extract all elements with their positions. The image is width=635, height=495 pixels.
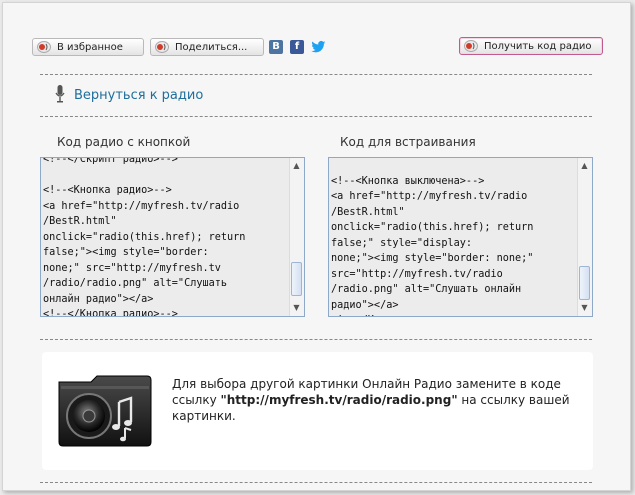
share-label: Поделиться...	[175, 42, 248, 53]
code-with-button-textarea[interactable]: <!--</Скрипт радио>--> <!--<Кнопка радио…	[40, 157, 305, 317]
embed-code-text: <!--<Кнопка выключена>--> <a href="http:…	[331, 175, 534, 317]
share-button[interactable]: Поделиться...	[150, 38, 264, 56]
scroll-down-icon[interactable]: ▼	[580, 302, 589, 314]
scroll-up-icon[interactable]: ▲	[580, 160, 589, 172]
radio-speaker-icon	[155, 41, 169, 53]
scroll-down-icon[interactable]: ▼	[292, 302, 301, 314]
radio-image-link: "http://myfresh.tv/radio/radio.png"	[220, 393, 458, 407]
get-radio-code-button[interactable]: Получить код радио	[459, 37, 603, 55]
twitter-icon[interactable]	[311, 40, 326, 54]
radio-speaker-icon	[464, 40, 478, 52]
facebook-icon[interactable]: f	[290, 40, 304, 54]
embed-code-textarea[interactable]: <!--<Кнопка выключена>--> <a href="http:…	[328, 157, 593, 317]
microphone-icon	[55, 85, 65, 103]
code-with-button-text: <!--</Скрипт радио>--> <!--<Кнопка радио…	[43, 157, 246, 317]
scroll-thumb[interactable]	[291, 262, 302, 296]
add-to-favorites-button[interactable]: В избранное	[32, 38, 144, 56]
divider	[40, 339, 592, 340]
scroll-thumb[interactable]	[579, 266, 590, 300]
code-with-button-title: Код радио с кнопкой	[57, 135, 191, 149]
scroll-up-icon[interactable]: ▲	[292, 160, 301, 172]
info-text: Для выбора другой картинки Онлайн Радио …	[172, 376, 572, 424]
scrollbar[interactable]: ▲ ▼	[289, 158, 304, 316]
embed-code-title: Код для встраивания	[340, 135, 476, 149]
favorites-label: В избранное	[57, 42, 123, 53]
divider	[40, 116, 592, 117]
back-to-radio-link[interactable]: Вернуться к радио	[74, 88, 203, 103]
divider	[40, 74, 592, 75]
vk-icon[interactable]: B	[269, 40, 283, 54]
radio-speaker-icon	[37, 41, 51, 53]
scrollbar[interactable]: ▲ ▼	[577, 158, 592, 316]
divider	[40, 482, 592, 483]
get-code-label: Получить код радио	[484, 41, 592, 52]
radio-folder-speaker-icon	[58, 375, 152, 447]
